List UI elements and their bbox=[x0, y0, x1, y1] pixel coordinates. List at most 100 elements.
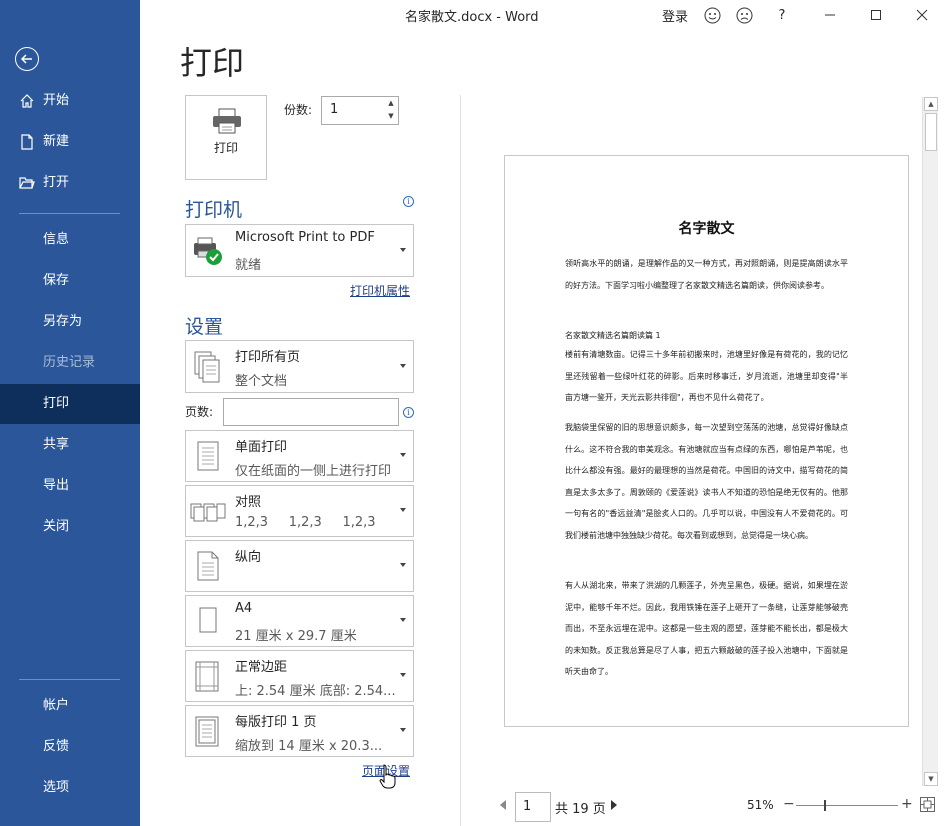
sidebar-item-options[interactable]: 选项 bbox=[0, 768, 140, 808]
zoom-slider[interactable] bbox=[796, 805, 898, 806]
margins-icon bbox=[195, 661, 219, 692]
printer-name: Microsoft Print to PDF bbox=[235, 230, 375, 245]
login-button[interactable]: 登录 bbox=[660, 0, 690, 30]
close-icon[interactable] bbox=[912, 0, 932, 30]
sides-dropdown[interactable]: 单面打印 仅在纸面的一侧上进行打印 bbox=[185, 430, 414, 482]
pages-stack-icon bbox=[194, 351, 220, 383]
paper-size-subtitle: 21 厘米 x 29.7 厘米 bbox=[235, 629, 357, 644]
sidebar-item-account[interactable]: 帐户 bbox=[0, 686, 140, 726]
page-total: 共 19 页 bbox=[555, 802, 606, 817]
printer-heading: 打印机 bbox=[185, 199, 243, 221]
scroll-up-icon[interactable]: ▲ bbox=[924, 97, 938, 111]
sidebar-item-label: 帐户 bbox=[43, 698, 70, 713]
zoom-out-button[interactable]: − bbox=[783, 796, 795, 812]
document-paragraph: 领听高水平的朗诵，是理解作品的又一种方式，再对照朗诵，则是提高朗读水平的好方法。… bbox=[565, 259, 848, 290]
hand-cursor-icon bbox=[379, 764, 396, 789]
preview-page: 名字散文 领听高水平的朗诵，是理解作品的又一种方式，再对照朗诵，则是提高朗读水平… bbox=[504, 155, 909, 727]
chevron-down-icon bbox=[400, 508, 406, 512]
window-title: 名家散文.docx - Word bbox=[405, 10, 539, 25]
zoom-level[interactable]: 51% bbox=[747, 798, 774, 812]
sidebar-item-label: 反馈 bbox=[43, 739, 70, 754]
printer-icon bbox=[213, 108, 241, 134]
minimize-icon[interactable] bbox=[820, 0, 840, 30]
sidebar-item-share[interactable]: 共享 bbox=[0, 425, 140, 465]
paper-size-dropdown[interactable]: A4 21 厘米 x 29.7 厘米 bbox=[185, 595, 414, 647]
sidebar-item-home[interactable]: 开始 bbox=[0, 81, 140, 121]
zoom-to-page-icon[interactable] bbox=[920, 797, 935, 812]
collate-subtitle: 1,2,3 1,2,3 1,2,3 bbox=[235, 515, 376, 530]
scroll-down-icon[interactable]: ▼ bbox=[924, 772, 938, 786]
sides-subtitle: 仅在纸面的一侧上进行打印 bbox=[235, 464, 392, 479]
portrait-icon bbox=[197, 551, 219, 581]
sidebar-item-save-as[interactable]: 另存为 bbox=[0, 302, 140, 342]
sidebar-item-print[interactable]: 打印 bbox=[0, 384, 140, 424]
margins-subtitle: 上: 2.54 厘米 底部: 2.54... bbox=[235, 684, 396, 699]
vertical-scrollbar[interactable]: ▲ ▼ bbox=[922, 97, 938, 786]
orientation-title: 纵向 bbox=[235, 550, 262, 565]
zoom-slider-thumb[interactable] bbox=[823, 800, 826, 811]
sidebar-item-close[interactable]: 关闭 bbox=[0, 507, 140, 547]
back-arrow-icon[interactable] bbox=[15, 47, 39, 71]
help-button[interactable]: ? bbox=[772, 0, 792, 30]
info-icon[interactable]: i bbox=[403, 196, 414, 207]
sidebar-item-new[interactable]: 新建 bbox=[0, 122, 140, 162]
smile-icon[interactable] bbox=[700, 0, 724, 30]
increment-icon[interactable]: ▲ bbox=[384, 97, 398, 110]
pages-input[interactable] bbox=[223, 398, 399, 426]
pages-per-sheet-title: 每版打印 1 页 bbox=[235, 715, 317, 730]
print-button[interactable]: 打印 bbox=[185, 95, 267, 180]
sidebar-item-open[interactable]: 打开 bbox=[0, 163, 140, 203]
home-icon bbox=[20, 94, 34, 108]
sidebar-divider bbox=[19, 679, 120, 680]
new-document-icon bbox=[21, 134, 33, 150]
copies-spinner[interactable]: ▲ ▼ bbox=[384, 97, 398, 124]
settings-heading: 设置 bbox=[185, 316, 224, 338]
scroll-thumb[interactable] bbox=[925, 113, 937, 151]
sidebar-item-save[interactable]: 保存 bbox=[0, 261, 140, 301]
printer-dropdown[interactable]: Microsoft Print to PDF 就绪 bbox=[185, 224, 414, 277]
chevron-down-icon bbox=[400, 673, 406, 677]
print-range-dropdown[interactable]: 打印所有页 整个文档 bbox=[185, 340, 414, 393]
sidebar-divider bbox=[19, 213, 120, 214]
document-paragraph: 有人从湖北来，带来了洪湖的几颗莲子，外壳呈黑色，极硬。据说，如果埋在淤泥中，能够… bbox=[565, 581, 848, 676]
sidebar-item-label: 共享 bbox=[43, 437, 70, 452]
info-icon[interactable]: i bbox=[403, 407, 414, 418]
document-subheading: 名家散文精选名篇朗读篇 1 bbox=[565, 331, 661, 340]
sidebar-item-export[interactable]: 导出 bbox=[0, 466, 140, 506]
decrement-icon[interactable]: ▼ bbox=[384, 110, 398, 123]
sidebar-item-feedback[interactable]: 反馈 bbox=[0, 727, 140, 767]
current-page-input[interactable]: 1 bbox=[515, 792, 551, 822]
copies-stepper[interactable]: 1 ▲ ▼ bbox=[321, 96, 399, 125]
sidebar-item-label: 新建 bbox=[43, 134, 70, 149]
collate-dropdown[interactable]: 对照 1,2,3 1,2,3 1,2,3 bbox=[185, 485, 414, 537]
sidebar-item-label: 信息 bbox=[43, 232, 70, 247]
sidebar-item-label: 保存 bbox=[43, 273, 70, 288]
sidebar-item-info[interactable]: 信息 bbox=[0, 220, 140, 260]
sidebar-item-label: 历史记录 bbox=[43, 355, 96, 370]
open-folder-icon bbox=[19, 177, 35, 189]
frown-icon[interactable] bbox=[732, 0, 756, 30]
pages-per-sheet-subtitle: 缩放到 14 厘米 x 20.3... bbox=[235, 739, 383, 754]
print-range-title: 打印所有页 bbox=[235, 350, 301, 365]
sidebar-item-label: 选项 bbox=[43, 780, 70, 795]
previous-page-icon[interactable] bbox=[500, 800, 506, 810]
printer-status: 就绪 bbox=[235, 258, 262, 273]
maximize-icon[interactable] bbox=[866, 0, 886, 30]
sides-title: 单面打印 bbox=[235, 440, 288, 455]
zoom-in-button[interactable]: + bbox=[901, 796, 913, 812]
orientation-dropdown[interactable]: 纵向 bbox=[185, 540, 414, 592]
sidebar-item-label: 开始 bbox=[43, 93, 70, 108]
printer-properties-link[interactable]: 打印机属性 bbox=[350, 282, 410, 299]
document-paragraph: 楼前有清塘数亩。记得三十多年前初搬来时，池塘里好像是有荷花的，我的记忆里还残留着… bbox=[565, 350, 848, 402]
backstage-sidebar: 开始 新建 打开 信息 保存 另存为 历史记录 打印 共享 导出 关闭 帐户 反… bbox=[0, 0, 140, 826]
chevron-down-icon bbox=[400, 563, 406, 567]
copies-value: 1 bbox=[330, 102, 339, 117]
pages-per-sheet-icon bbox=[195, 716, 219, 747]
next-page-icon[interactable] bbox=[611, 800, 617, 810]
margins-dropdown[interactable]: 正常边距 上: 2.54 厘米 底部: 2.54... bbox=[185, 650, 414, 702]
sidebar-item-label: 关闭 bbox=[43, 519, 70, 534]
pages-per-sheet-dropdown[interactable]: 每版打印 1 页 缩放到 14 厘米 x 20.3... bbox=[185, 705, 414, 757]
chevron-down-icon bbox=[400, 453, 406, 457]
chevron-down-icon bbox=[400, 247, 406, 252]
sidebar-item-label: 打开 bbox=[43, 175, 70, 190]
